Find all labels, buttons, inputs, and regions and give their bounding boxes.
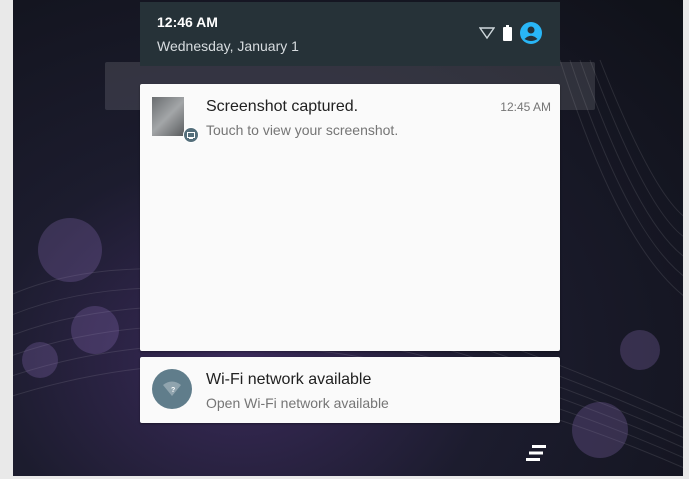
notification-time: 12:45 AM — [500, 100, 551, 114]
status-icons — [478, 22, 542, 49]
notification-screenshot[interactable]: Screenshot captured. Touch to view your … — [140, 84, 560, 351]
wifi-question-icon: ? — [152, 369, 192, 409]
notification-text: Open Wi-Fi network available — [206, 395, 389, 411]
account-icon[interactable] — [520, 22, 542, 49]
status-date[interactable]: Wednesday, January 1 — [157, 38, 299, 54]
notification-text: Touch to view your screenshot. — [206, 122, 399, 138]
notification-wifi[interactable]: ? Wi-Fi network available Open Wi-Fi net… — [140, 357, 560, 423]
battery-icon — [503, 25, 512, 46]
notification-title: Wi-Fi network available — [206, 371, 372, 388]
screenshot-thumbnail — [152, 97, 184, 136]
status-time: 12:46 AM — [157, 14, 218, 30]
wifi-icon — [478, 26, 496, 45]
svg-text:?: ? — [171, 387, 175, 394]
screen-edge-left — [0, 0, 13, 479]
clear-all-icon[interactable] — [524, 442, 550, 464]
notification-title: Screenshot captured. — [206, 98, 359, 115]
image-icon — [183, 127, 199, 143]
screen-edge-right — [683, 0, 689, 479]
notification-shade-header[interactable]: 12:46 AM Wednesday, January 1 — [140, 2, 560, 66]
